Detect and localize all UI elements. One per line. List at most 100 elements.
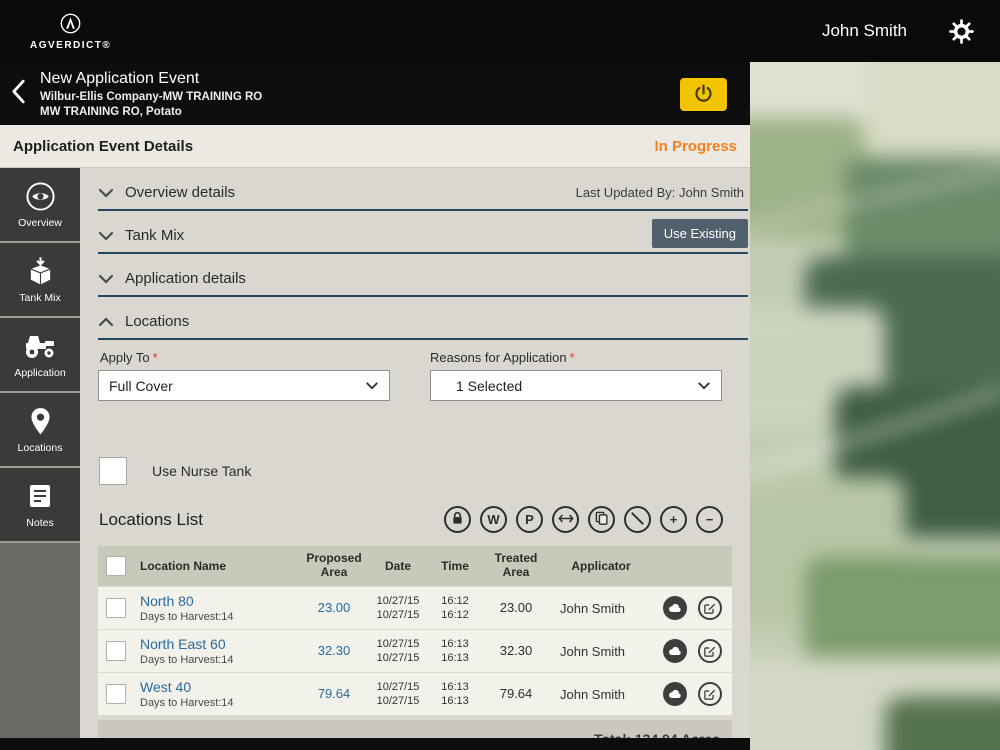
locations-form: Apply To * Full Cover Reasons for Applica…	[98, 340, 750, 443]
settings-gear-icon[interactable]	[949, 18, 974, 44]
back-chevron-icon	[11, 79, 26, 109]
sidebar-item-label: Notes	[26, 517, 54, 529]
section-label: Application details	[125, 270, 246, 287]
row-checkbox[interactable]	[106, 684, 126, 704]
package-arrow-icon	[27, 255, 54, 287]
days-to-harvest: Days to Harvest:14	[140, 611, 234, 623]
body: Overview Tank Mix Application Locations	[0, 168, 750, 738]
location-link[interactable]: North East 60	[140, 636, 226, 652]
treated-area-value: 23.00	[499, 599, 533, 615]
sidebar-item-application[interactable]: Application	[0, 318, 80, 393]
chevron-up-icon	[98, 316, 114, 327]
notes-icon	[27, 480, 53, 512]
event-header-text: New Application Event Wilbur-Ellis Compa…	[40, 70, 262, 118]
company-subtitle: Wilbur-Ellis Company-MW TRAINING RO	[40, 90, 263, 103]
copy-icon	[595, 511, 608, 528]
table-row: North 80 Days to Harvest:14 23.00 10/27/…	[98, 586, 732, 629]
horizontal-arrows-icon	[557, 512, 574, 527]
disable-button[interactable]	[624, 506, 651, 533]
section-locations[interactable]: Locations	[98, 305, 748, 340]
sidebar-item-label: Tank Mix	[19, 292, 61, 304]
weather-cloud-button[interactable]	[663, 639, 687, 663]
brand-logo: AGVERDICT®	[30, 13, 111, 51]
resize-button[interactable]	[552, 506, 579, 533]
total-acres-text: Total: 134.94 Acres	[594, 731, 720, 739]
col-applicator: Applicator	[571, 559, 631, 573]
copy-button[interactable]	[588, 506, 615, 533]
sidebar-item-notes[interactable]: Notes	[0, 468, 80, 543]
reasons-dropdown[interactable]: 1 Selected	[430, 370, 722, 401]
total-acres-row: Total: 134.94 Acres	[98, 720, 732, 738]
required-marker: *	[152, 350, 158, 365]
nurse-tank-checkbox[interactable]	[99, 457, 127, 485]
treated-area-value: 79.64	[499, 685, 533, 701]
tractor-icon	[23, 330, 57, 362]
locations-list-title: Locations List	[99, 509, 203, 529]
date-values: 10/27/15 10/27/15	[376, 637, 420, 664]
status-badge: In Progress	[654, 137, 737, 155]
proposed-area-value[interactable]: 79.64	[318, 686, 351, 702]
col-treated-area: Treated Area	[494, 551, 538, 579]
back-button[interactable]	[0, 79, 36, 109]
lock-icon	[451, 511, 464, 528]
col-proposed-area: Proposed Area	[306, 551, 362, 579]
top-bar-right: John Smith	[822, 18, 974, 44]
w-mode-button[interactable]: W	[480, 506, 507, 533]
plus-icon: +	[669, 512, 678, 527]
section-overview-details[interactable]: Overview details Last Updated By: John S…	[98, 176, 748, 211]
sidebar-item-locations[interactable]: Locations	[0, 393, 80, 468]
col-time: Time	[441, 559, 469, 573]
time-values: 16:12 16:12	[441, 594, 469, 621]
days-to-harvest: Days to Harvest:14	[140, 654, 234, 666]
section-label: Locations	[125, 313, 190, 330]
main-panel: Overview details Last Updated By: John S…	[80, 168, 750, 738]
reasons-value: 1 Selected	[456, 377, 523, 394]
treated-area-value: 32.30	[499, 642, 533, 658]
reasons-label: Reasons for Application *	[430, 350, 575, 365]
location-link[interactable]: West 40	[140, 679, 191, 695]
app-root: AGVERDICT® John Smith New Application Ev…	[0, 0, 1000, 750]
proposed-area-value[interactable]: 23.00	[318, 600, 351, 616]
w-label: W	[487, 512, 500, 527]
remove-location-button[interactable]: −	[696, 506, 723, 533]
select-all-checkbox[interactable]	[106, 556, 126, 576]
edit-button[interactable]	[698, 596, 722, 620]
edit-button[interactable]	[698, 639, 722, 663]
sidebar-item-overview[interactable]: Overview	[0, 168, 80, 243]
locations-table: Location Name Proposed Area Date Time Tr…	[98, 546, 732, 738]
col-location-name: Location Name	[140, 559, 227, 573]
date-values: 10/27/15 10/27/15	[376, 680, 420, 707]
sidebar-item-tank-mix[interactable]: Tank Mix	[0, 243, 80, 318]
row-checkbox[interactable]	[106, 598, 126, 618]
map-pin-icon	[30, 405, 51, 437]
user-menu[interactable]: John Smith	[822, 21, 907, 41]
locations-list-header: Locations List W P + −	[99, 506, 723, 533]
table-row: West 40 Days to Harvest:14 79.64 10/27/1…	[98, 672, 732, 715]
submit-event-button[interactable]	[680, 78, 727, 111]
time-values: 16:13 16:13	[441, 637, 469, 664]
map-background[interactable]	[750, 62, 1000, 750]
proposed-area-value[interactable]: 32.30	[318, 643, 351, 659]
sidebar-item-label: Application	[14, 367, 66, 379]
weather-cloud-button[interactable]	[663, 682, 687, 706]
location-link[interactable]: North 80	[140, 593, 194, 609]
apply-to-dropdown[interactable]: Full Cover	[98, 370, 390, 401]
p-mode-button[interactable]: P	[516, 506, 543, 533]
applicator-value: John Smith	[560, 600, 626, 616]
add-location-button[interactable]: +	[660, 506, 687, 533]
use-existing-button[interactable]: Use Existing	[651, 218, 748, 248]
eye-icon	[25, 180, 56, 212]
row-checkbox[interactable]	[106, 641, 126, 661]
weather-cloud-button[interactable]	[663, 596, 687, 620]
last-updated-text: Last Updated By: John Smith	[575, 185, 744, 200]
lock-button[interactable]	[444, 506, 471, 533]
top-bar: AGVERDICT® John Smith	[0, 0, 1000, 62]
required-marker: *	[569, 350, 575, 365]
apply-to-label: Apply To *	[100, 350, 158, 365]
applicator-value: John Smith	[560, 643, 626, 659]
edit-button[interactable]	[698, 682, 722, 706]
p-label: P	[525, 512, 534, 527]
section-application-details[interactable]: Application details	[98, 262, 748, 297]
section-tank-mix[interactable]: Tank Mix Use Existing	[98, 218, 748, 254]
sidebar-item-label: Overview	[18, 217, 62, 229]
